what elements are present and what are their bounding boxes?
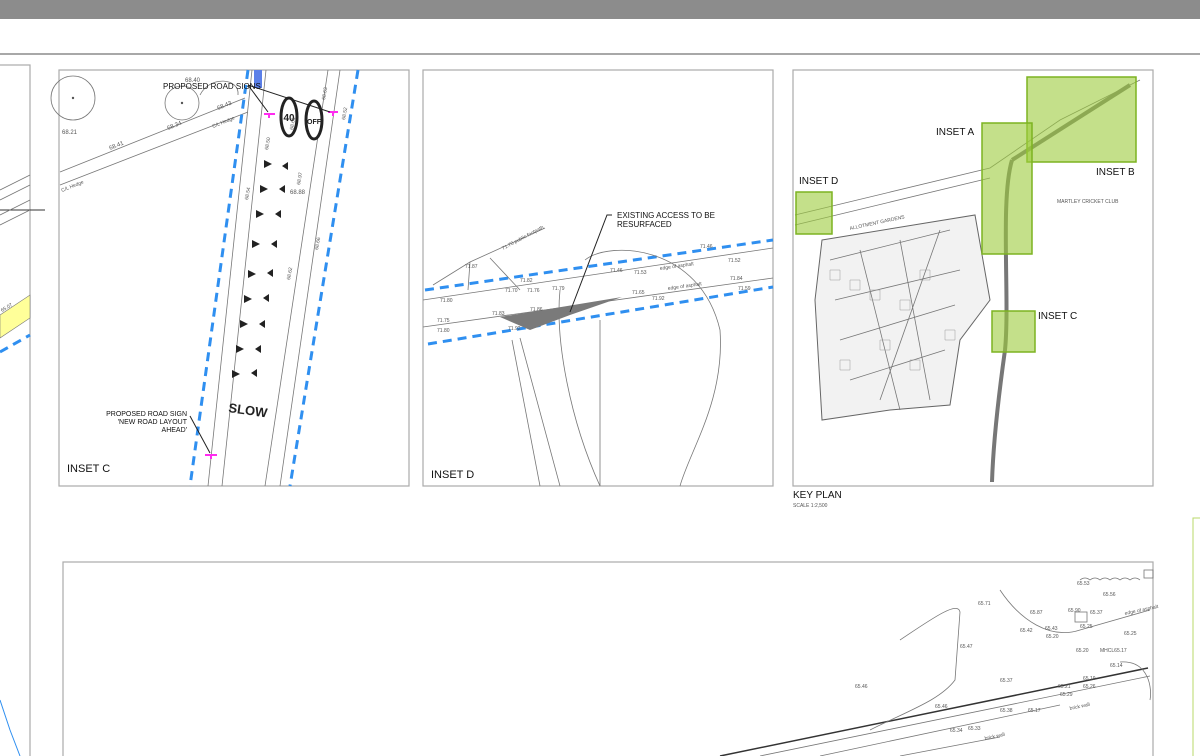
- key-plan-title: KEY PLAN: [793, 490, 842, 501]
- key-plan-panel: INSET A INSET B INSET D INSET C MARTLEY …: [792, 69, 1154, 509]
- spot-level: 71.70: [505, 288, 518, 294]
- spot-level: 71.46: [610, 268, 623, 274]
- callout-road-signs: PROPOSED ROAD SIGNS: [163, 82, 261, 91]
- inset-b-area: [1026, 76, 1137, 163]
- spot-level: 65.90: [1068, 608, 1081, 614]
- spot-level: 65.53: [1077, 581, 1090, 587]
- left-panel: 65.07: [0, 64, 45, 756]
- inset-d-panel: EXISTING ACCESS TO BE RESURFACED 71.70 p…: [422, 69, 774, 487]
- inset-c-area: [991, 310, 1036, 353]
- spot-level: 65.47: [960, 644, 973, 650]
- spot-level: 71.82: [520, 278, 533, 284]
- callout-road-sign: 'NEW ROAD LAYOUT: [118, 419, 188, 426]
- callout-road-sign: AHEAD': [162, 427, 187, 434]
- callout-access: RESURFACED: [617, 220, 672, 229]
- spot-level: 68.88: [290, 190, 306, 196]
- club-label: MARTLEY CRICKET CLUB: [1057, 199, 1119, 205]
- spot-level: 65.43: [1045, 626, 1058, 632]
- spot-level: 65.14: [1110, 663, 1123, 669]
- spot-level: 65.46: [855, 684, 868, 690]
- spot-level: 65.46: [935, 704, 948, 710]
- inset-c-label: INSET C: [1038, 311, 1077, 322]
- spot-level: 65.25: [1124, 631, 1137, 637]
- spot-level: 65.38: [1000, 708, 1013, 714]
- derestriction-text: OFF: [307, 119, 322, 126]
- inset-d-area: [795, 191, 833, 235]
- spot-level: 71.76: [527, 288, 540, 294]
- key-plan-scale: SCALE 1:2,500: [793, 503, 828, 509]
- spot-level: 71.59: [738, 286, 751, 292]
- spot-level: 65.20: [1046, 634, 1059, 640]
- inset-d-title: INSET D: [431, 469, 474, 481]
- spot-level: 71.83: [492, 311, 505, 317]
- spot-level: 65.20: [1076, 648, 1089, 654]
- callout-access: EXISTING ACCESS TO BE: [617, 211, 715, 220]
- manhole-label: MHCL65.17: [1100, 648, 1127, 654]
- spot-level: 65.34: [950, 728, 963, 734]
- spot-level: 71.52: [728, 258, 741, 264]
- spot-level: 65.37: [1090, 610, 1103, 616]
- inset-d-label: INSET D: [799, 176, 838, 187]
- right-panel-edge: [1192, 517, 1200, 756]
- spot-level: 65.37: [1000, 678, 1013, 684]
- spot-level: 71.75: [437, 318, 450, 324]
- inset-c-panel: 68.21 68.41 68.34 68.43 68.40 C/L Hedge …: [50, 69, 410, 487]
- spot-level: 65.25: [1080, 624, 1093, 630]
- spot-level: 65.17: [1028, 708, 1041, 714]
- drawing-canvas: 65.07 68.21 68.41 68.34 68.43 68.40 C/L …: [0, 64, 1200, 756]
- spot-level: 65.29: [1060, 692, 1073, 698]
- spot-level: 71.84: [730, 276, 743, 282]
- spot-level: 65.87: [1030, 610, 1043, 616]
- spot-level: 71.92: [508, 326, 521, 332]
- title-bar: [0, 0, 1200, 19]
- spot-level: 65.33: [968, 726, 981, 732]
- spot-level: 65.42: [1020, 628, 1033, 634]
- inset-a-area: [981, 122, 1033, 255]
- spot-level: 71.92: [652, 296, 665, 302]
- inset-b-label: INSET B: [1096, 167, 1135, 178]
- spot-level: 65.21: [1058, 684, 1071, 690]
- drawing-sheet[interactable]: 65.07 68.21 68.41 68.34 68.43 68.40 C/L …: [0, 55, 1200, 756]
- callout-road-sign: PROPOSED ROAD SIGN: [106, 411, 187, 418]
- spot-level: 71.87: [465, 264, 478, 270]
- spot-level: 71.79: [552, 286, 565, 292]
- inset-c-title: INSET C: [67, 463, 110, 475]
- spot-level: 71.46: [700, 244, 713, 250]
- spot-level: 65.56: [1103, 592, 1116, 598]
- spot-level: 71.80: [440, 298, 453, 304]
- spot-level: 71.80: [437, 328, 450, 334]
- spot-level: 71.86: [530, 307, 543, 313]
- bottom-plan-panel: 65.53 65.56 65.71 65.87 65.90 65.37 65.4…: [62, 561, 1159, 756]
- spot-level: 68.21: [62, 130, 78, 136]
- toolbar: [0, 19, 1200, 55]
- spot-level: 71.53: [634, 270, 647, 276]
- spot-level: 65.19: [1083, 676, 1096, 682]
- inset-a-label: INSET A: [936, 127, 974, 138]
- spot-level: 65.26: [1083, 684, 1096, 690]
- spot-level: 65.71: [978, 601, 991, 607]
- spot-level: 71.65: [632, 290, 645, 296]
